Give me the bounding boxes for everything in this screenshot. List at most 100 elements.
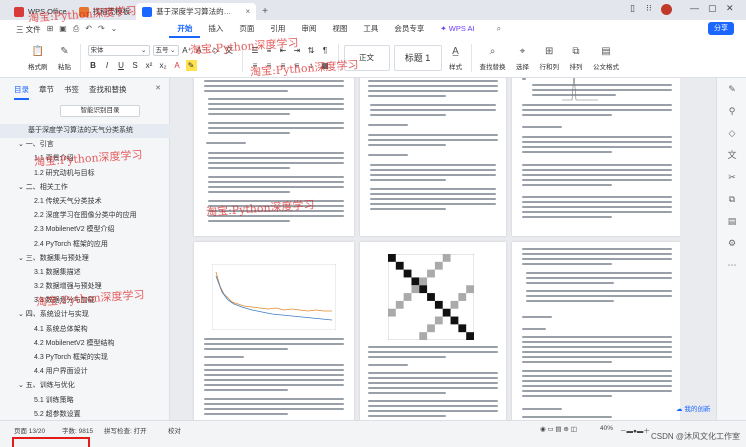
- avatar[interactable]: [661, 4, 672, 15]
- align-left-icon[interactable]: ≡: [250, 60, 261, 71]
- highlight-icon[interactable]: ✎: [185, 59, 197, 71]
- align-center-icon[interactable]: ≡: [264, 60, 275, 71]
- toc-item[interactable]: 2.4 PyTorch 框架的应用: [0, 238, 170, 252]
- toc-item[interactable]: 3.3 数据划分与加载: [0, 294, 170, 308]
- toc-item[interactable]: ⌄ 五、训练与优化: [0, 379, 170, 393]
- minimize-icon[interactable]: —: [690, 3, 699, 13]
- toc-item[interactable]: 3.1 数据集描述: [0, 266, 170, 280]
- style-normal[interactable]: 正文: [343, 44, 390, 71]
- zoom-level[interactable]: 40%: [600, 425, 613, 432]
- outdent-icon[interactable]: ⇤: [278, 45, 289, 56]
- toc-item[interactable]: ⌄ 二、相关工作: [0, 181, 170, 195]
- translate-icon[interactable]: 文: [717, 144, 746, 166]
- page-count[interactable]: 页面 13/20: [14, 425, 45, 435]
- line-spacing-icon[interactable]: ↕: [306, 60, 317, 71]
- show-marks-icon[interactable]: ¶: [320, 45, 331, 56]
- font-size-select[interactable]: 五号 ⌄: [152, 44, 179, 56]
- rows-columns-button[interactable]: ⊞ 行和列: [535, 45, 565, 71]
- toc-item[interactable]: 4.2 MobilenetV2 模型结构: [0, 337, 170, 351]
- new-tab-button[interactable]: +: [256, 3, 274, 20]
- toc-item[interactable]: 3.2 数据增强与预处理: [0, 280, 170, 294]
- more-icon[interactable]: ⌄: [111, 24, 118, 34]
- layers-icon[interactable]: ⧉: [717, 188, 746, 210]
- superscript-icon[interactable]: x²: [144, 60, 155, 71]
- close-window-icon[interactable]: ✕: [726, 3, 734, 14]
- settings-icon[interactable]: ⚙: [717, 232, 746, 254]
- style-heading1[interactable]: 标题 1: [393, 44, 442, 71]
- pinyin-icon[interactable]: 文: [224, 45, 235, 56]
- wps-ai-button[interactable]: ✦ WPS AI: [432, 20, 482, 38]
- subscript-icon[interactable]: x₂: [158, 60, 169, 71]
- bullet-list-icon[interactable]: ☰: [250, 45, 261, 56]
- file-menu[interactable]: 三 文件: [0, 24, 47, 35]
- tab-wps-office[interactable]: WPS Office: [8, 3, 73, 20]
- toc-item[interactable]: 2.3 MobilenetV2 模型介绍: [0, 223, 170, 237]
- save-icon[interactable]: ▣: [59, 24, 67, 34]
- grid-icon[interactable]: ⁝⁝: [646, 3, 652, 14]
- doc-icon[interactable]: ▤: [717, 210, 746, 232]
- toc-item[interactable]: 5.1 训练策略: [0, 394, 170, 408]
- tile-icon[interactable]: ▯: [630, 3, 635, 14]
- toc-item[interactable]: ⌄ 三、数据集与预处理: [0, 252, 170, 266]
- tab-member[interactable]: 会员专享: [386, 20, 432, 38]
- nav-tab-chapters[interactable]: 章节: [39, 84, 54, 100]
- search-icon[interactable]: ⌕: [497, 24, 501, 34]
- border-icon[interactable]: ▦: [320, 60, 331, 71]
- tab-view[interactable]: 视图: [324, 20, 355, 38]
- justify-icon[interactable]: ≡: [292, 60, 303, 71]
- clear-format-icon[interactable]: ◇: [210, 45, 221, 56]
- document-area[interactable]: [170, 78, 680, 420]
- close-tab-icon[interactable]: ×: [245, 7, 250, 16]
- indent-icon[interactable]: ⇥: [292, 45, 303, 56]
- more-tools-icon[interactable]: ⋯: [717, 254, 746, 276]
- share-button[interactable]: 分享: [708, 22, 734, 35]
- styles-dropdown[interactable]: A̲ 样式: [444, 45, 468, 71]
- nav-tab-find[interactable]: 查找和替换: [89, 84, 127, 100]
- maximize-icon[interactable]: ▢: [708, 3, 717, 14]
- word-count[interactable]: 字数: 9815: [62, 425, 93, 435]
- format-painter-button[interactable]: 📋 格式刷: [0, 45, 53, 71]
- grow-font-icon[interactable]: A⁺: [182, 45, 193, 56]
- tab-document[interactable]: 基于深度学习算法的天气分类系统 ×: [136, 3, 257, 20]
- tab-home[interactable]: 开始: [169, 20, 201, 38]
- paste-button[interactable]: ✎ 粘贴: [53, 45, 77, 71]
- scissors-icon[interactable]: ✂: [717, 166, 746, 188]
- close-panel-icon[interactable]: ✕: [155, 84, 161, 92]
- undo-icon[interactable]: ↶: [85, 24, 92, 34]
- filter-icon[interactable]: ⚲: [717, 100, 746, 122]
- bold-icon[interactable]: B: [88, 60, 99, 71]
- proofread[interactable]: 校对: [168, 425, 181, 435]
- nav-tab-toc[interactable]: 目录: [14, 84, 29, 100]
- strike-icon[interactable]: S: [130, 60, 141, 71]
- align-right-icon[interactable]: ≡: [278, 60, 289, 71]
- open-icon[interactable]: ⊞: [47, 24, 54, 34]
- doc-format-button[interactable]: ▤ 公文格式: [588, 45, 624, 71]
- toc-item[interactable]: 4.1 系统总体架构: [0, 323, 170, 337]
- font-color-icon[interactable]: A: [172, 60, 183, 71]
- italic-icon[interactable]: I: [102, 60, 113, 71]
- nav-tab-bookmarks[interactable]: 书签: [64, 84, 79, 100]
- sort-icon[interactable]: ⇅: [306, 45, 317, 56]
- tab-insert[interactable]: 插入: [200, 20, 231, 38]
- tab-tools[interactable]: 工具: [355, 20, 386, 38]
- shape-icon[interactable]: ◇: [717, 122, 746, 144]
- toc-item[interactable]: 2.1 传统天气分类技术: [0, 195, 170, 209]
- find-replace-button[interactable]: ⌕ 查找替换: [475, 45, 511, 71]
- underline-icon[interactable]: U: [116, 60, 127, 71]
- redo-icon[interactable]: ↷: [98, 24, 105, 34]
- tab-template[interactable]: 找稻壳模板: [73, 3, 137, 20]
- toc-item[interactable]: 4.4 用户界面设计: [0, 365, 170, 379]
- promo-badge[interactable]: ☁ 我的创新: [676, 403, 744, 417]
- zoom-slider[interactable]: －▬●▬＋: [620, 425, 650, 435]
- pen-icon[interactable]: ✎: [717, 78, 746, 100]
- toc-item[interactable]: 4.3 PyTorch 框架的实现: [0, 351, 170, 365]
- view-icons[interactable]: ◉ ▭ ▤ ⊕ ◫: [540, 425, 577, 433]
- number-list-icon[interactable]: ≡: [264, 45, 275, 56]
- arrange-button[interactable]: ⧉ 排列: [564, 45, 588, 71]
- spell-check[interactable]: 拼写检查: 打开: [104, 425, 147, 435]
- tab-page[interactable]: 页面: [231, 20, 262, 38]
- shrink-font-icon[interactable]: A⁻: [196, 45, 207, 56]
- font-name-select[interactable]: 宋体 ⌄: [87, 44, 150, 56]
- select-button[interactable]: ⌖ 选择: [511, 45, 535, 71]
- toc-item[interactable]: 1.1 背景介绍: [0, 152, 170, 166]
